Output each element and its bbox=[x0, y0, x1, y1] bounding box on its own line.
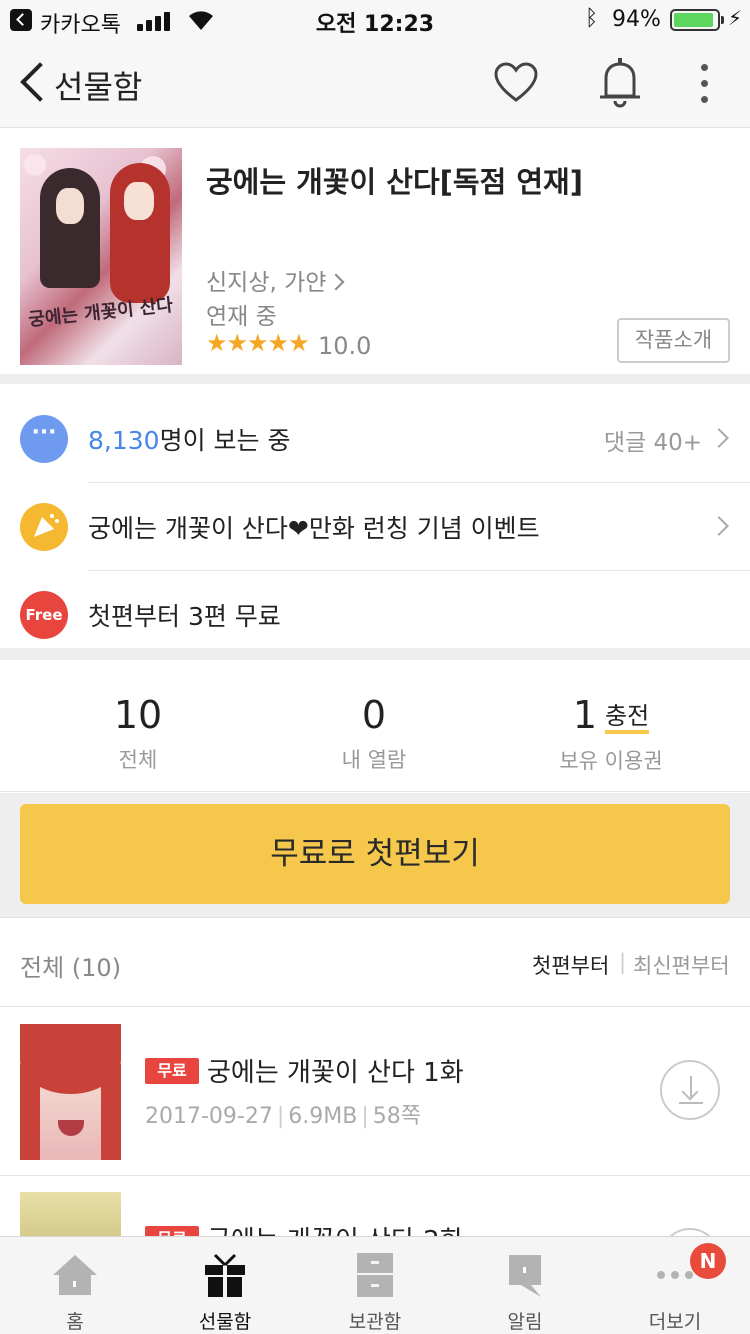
stat-tickets-number: 1 bbox=[572, 693, 597, 737]
book-info: 궁에는 개꽃이 산다 궁에는 개꽃이 산다[독점 연재] 신지상, 가얀 연재 … bbox=[0, 129, 750, 384]
episode-size: 6.9MB bbox=[288, 1104, 358, 1129]
serial-status: 연재 중 bbox=[206, 304, 277, 330]
stats-bar: 10 전체 0 내 열람 1 충전 보유 이용권 bbox=[0, 672, 750, 792]
free-text: 첫편부터 3편 무료 bbox=[88, 602, 281, 631]
download-icon[interactable] bbox=[660, 1060, 720, 1120]
tab-label: 선물함 bbox=[198, 1311, 252, 1333]
book-author-link[interactable]: 신지상, 가얀 bbox=[206, 263, 345, 297]
author-names: 신지상, 가얀 bbox=[206, 270, 327, 296]
free-row: Free 첫편부터 3편 무료 bbox=[0, 571, 750, 659]
episode-thumbnail bbox=[20, 1024, 121, 1160]
event-text: 궁에는 개꽃이 산다❤만화 런칭 기념 이벤트 bbox=[88, 514, 540, 543]
free-icon: Free bbox=[20, 591, 68, 639]
episode-meta: 2017-09-27 | 6.9MB | 58쪽 bbox=[145, 1104, 421, 1129]
event-row[interactable]: 궁에는 개꽃이 산다❤만화 런칭 기념 이벤트 bbox=[0, 483, 750, 571]
chevron-right-icon bbox=[327, 273, 345, 291]
tab-label: 홈 bbox=[66, 1311, 84, 1333]
bell-icon[interactable] bbox=[597, 56, 643, 110]
episode-list-header: 전체 (10) 첫편부터 | 최신편부터 bbox=[0, 919, 750, 1007]
storage-icon bbox=[357, 1253, 393, 1297]
stat-total: 10 전체 bbox=[13, 692, 263, 774]
battery-icon bbox=[670, 9, 720, 31]
book-cover[interactable]: 궁에는 개꽃이 산다 bbox=[20, 148, 182, 365]
more-options-icon[interactable] bbox=[690, 60, 720, 108]
tab-more[interactable]: 더보기 bbox=[600, 1237, 750, 1334]
sort-first-button[interactable]: 첫편부터 bbox=[532, 950, 609, 980]
tab-gift[interactable]: 선물함 bbox=[150, 1237, 300, 1334]
back-button[interactable] bbox=[14, 62, 54, 106]
chat-bubble-icon bbox=[20, 415, 68, 463]
stat-viewed-label: 내 열람 bbox=[341, 748, 407, 772]
party-popper-glyph bbox=[34, 514, 59, 537]
chevron-right-icon bbox=[709, 428, 729, 448]
stat-total-label: 전체 bbox=[118, 748, 158, 772]
rating-value: 10.0 bbox=[318, 332, 372, 360]
episode-row[interactable]: 무료 궁에는 개꽃이 산다 1화 2017-09-27 | 6.9MB | 58쪽 bbox=[0, 1008, 750, 1176]
charge-link[interactable]: 충전 bbox=[605, 702, 650, 734]
notification-icon bbox=[509, 1255, 541, 1297]
tab-bar: 홈 선물함 보관함 알림 더보기 N bbox=[0, 1236, 750, 1334]
tab-home[interactable]: 홈 bbox=[0, 1237, 150, 1334]
chevron-right-icon bbox=[709, 516, 729, 536]
episode-title: 궁에는 개꽃이 산다 1화 bbox=[207, 1058, 464, 1088]
battery-percent: 94% bbox=[612, 7, 661, 32]
cta-area: 무료로 첫편보기 bbox=[0, 793, 750, 918]
comments-count[interactable]: 댓글 40+ bbox=[604, 423, 702, 457]
episode-total: 전체 (10) bbox=[20, 954, 122, 982]
intro-button[interactable]: 작품소개 bbox=[617, 318, 730, 363]
bluetooth-icon: ᛒ bbox=[585, 6, 599, 31]
read-first-free-button[interactable]: 무료로 첫편보기 bbox=[20, 804, 730, 904]
nav-bar: 선물함 bbox=[0, 40, 750, 128]
episode-date: 2017-09-27 bbox=[145, 1104, 273, 1129]
charging-icon: ⚡ bbox=[728, 6, 743, 30]
stat-tickets: 1 충전 보유 이용권 bbox=[486, 692, 736, 775]
cover-logo: 궁에는 개꽃이 산다 bbox=[27, 294, 174, 331]
home-icon bbox=[53, 1255, 97, 1295]
tab-label: 알림 bbox=[507, 1311, 543, 1333]
sort-latest-button[interactable]: 최신편부터 bbox=[633, 950, 730, 980]
stat-viewed: 0 내 열람 bbox=[249, 692, 499, 774]
viewers-text: 8,130명이 보는 중 bbox=[88, 421, 290, 457]
stat-total-number: 10 bbox=[113, 693, 163, 737]
viewers-row[interactable]: 8,130명이 보는 중 댓글 40+ bbox=[0, 395, 750, 483]
tab-notification[interactable]: 알림 bbox=[450, 1237, 600, 1334]
stat-tickets-label: 보유 이용권 bbox=[559, 749, 663, 773]
tab-storage[interactable]: 보관함 bbox=[300, 1237, 450, 1334]
free-badge: 무료 bbox=[145, 1058, 199, 1084]
heart-icon[interactable] bbox=[493, 60, 539, 106]
viewers-suffix: 명이 보는 중 bbox=[159, 426, 291, 455]
info-list: 8,130명이 보는 중 댓글 40+ 궁에는 개꽃이 산다❤만화 런칭 기념 … bbox=[0, 395, 750, 660]
stat-viewed-number: 0 bbox=[361, 693, 387, 737]
viewers-count: 8,130 bbox=[88, 426, 160, 455]
sort-separator: | bbox=[619, 950, 627, 974]
episode-pages: 58쪽 bbox=[372, 1104, 421, 1129]
party-popper-icon bbox=[20, 503, 68, 551]
battery-fill bbox=[674, 13, 714, 27]
book-title: 궁에는 개꽃이 산다[독점 연재] bbox=[206, 165, 583, 199]
tab-label: 보관함 bbox=[348, 1311, 402, 1333]
status-bar: 카카오톡 오전 12:23 ᛒ 94% ⚡ bbox=[0, 0, 750, 40]
battery-tip bbox=[721, 16, 724, 24]
new-badge: N bbox=[690, 1243, 726, 1279]
gift-icon bbox=[205, 1253, 245, 1297]
tab-label: 더보기 bbox=[648, 1311, 702, 1333]
page-title: 선물함 bbox=[54, 68, 143, 106]
rating-stars: ★★★★★ bbox=[206, 329, 310, 357]
